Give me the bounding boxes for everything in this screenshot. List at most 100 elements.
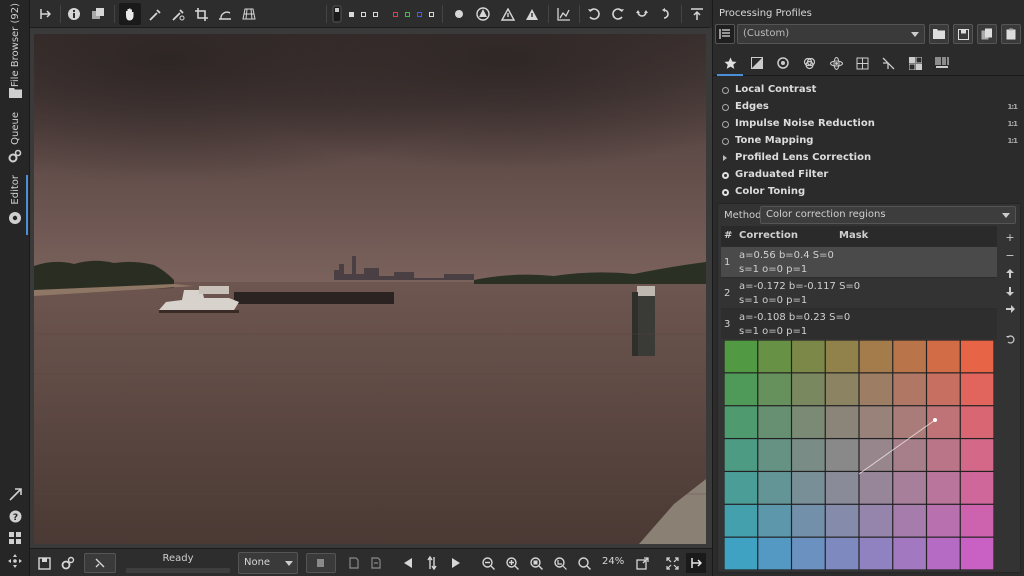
tool-edges[interactable]: Edges 1:1 xyxy=(713,99,1024,116)
gamut-icon[interactable] xyxy=(472,3,494,25)
toggle-icon[interactable] xyxy=(722,104,729,111)
grid-view-icon[interactable] xyxy=(7,530,23,546)
remove-region-icon[interactable]: − xyxy=(1002,246,1018,264)
history-toggle-icon[interactable] xyxy=(715,24,735,44)
copy-region-icon[interactable] xyxy=(1002,300,1018,318)
tab-raw-icon[interactable] xyxy=(879,54,897,72)
gears-icon[interactable] xyxy=(7,148,23,164)
send-icon[interactable] xyxy=(7,486,23,502)
tool-graduated-filter[interactable]: Graduated Filter xyxy=(713,167,1024,184)
copy-profile-icon[interactable] xyxy=(977,24,997,44)
tab-advanced-icon[interactable] xyxy=(827,54,845,72)
tab-color-icon[interactable] xyxy=(800,54,818,72)
region-row[interactable]: 3 a=-0.108 b=0.23 S=0 s=1 o=0 p=1 xyxy=(721,308,997,339)
flip-vertical-icon[interactable] xyxy=(655,3,677,25)
tab-favorites-star-icon[interactable] xyxy=(717,54,743,76)
grid-cell xyxy=(792,340,825,373)
highlights-warning-icon[interactable] xyxy=(521,3,543,25)
zoom-100-icon[interactable] xyxy=(574,553,594,573)
tab-metadata-icon[interactable] xyxy=(933,54,951,72)
zoom-fit-crop-icon[interactable] xyxy=(550,553,570,573)
color-picker-icon[interactable] xyxy=(144,3,166,25)
tab-queue[interactable]: Queue xyxy=(0,108,30,148)
correction-handle[interactable] xyxy=(933,418,937,422)
help-icon[interactable]: ? xyxy=(7,508,23,524)
luminosity-channel-icon[interactable] xyxy=(426,3,436,25)
indicator-dot[interactable] xyxy=(370,3,380,25)
fullscreen-icon[interactable] xyxy=(662,553,682,573)
toggle-icon[interactable] xyxy=(722,121,729,128)
info-icon[interactable] xyxy=(63,3,85,25)
save-profile-icon[interactable] xyxy=(953,24,973,44)
tool-local-contrast[interactable]: Local Contrast xyxy=(713,82,1024,99)
panel-toggle-icon[interactable] xyxy=(34,3,56,25)
reset-icon[interactable] xyxy=(1002,330,1018,348)
toggle-icon[interactable] xyxy=(722,189,729,196)
focus-mask-icon[interactable] xyxy=(448,3,470,25)
tab-detail-icon[interactable] xyxy=(774,54,792,72)
rotate-left-icon[interactable] xyxy=(583,3,605,25)
tab-file-browser[interactable]: File Browser (92) xyxy=(0,3,30,87)
zoom-fit-icon[interactable] xyxy=(526,553,546,573)
zoom-in-icon[interactable] xyxy=(502,553,522,573)
next-image-icon[interactable] xyxy=(446,553,466,573)
new-detail-window-icon[interactable] xyxy=(632,553,652,573)
paste-profile-icon[interactable] xyxy=(1001,24,1021,44)
tool-profiled-lens-correction[interactable]: Profiled Lens Correction xyxy=(713,150,1024,167)
straighten-icon[interactable] xyxy=(214,3,236,25)
color-label-button[interactable] xyxy=(306,553,336,573)
indicator-dot[interactable] xyxy=(358,3,368,25)
profile-select[interactable]: None xyxy=(238,552,298,574)
folder-icon[interactable] xyxy=(7,84,23,100)
indicator-dot[interactable] xyxy=(346,3,356,25)
queue-add-icon[interactable] xyxy=(58,553,78,573)
save-icon[interactable] xyxy=(34,553,54,573)
perspective-icon[interactable] xyxy=(238,3,260,25)
previous-image-icon[interactable] xyxy=(398,553,418,573)
fullscreen-toggle-icon[interactable] xyxy=(686,3,708,25)
shadows-warning-icon[interactable] xyxy=(497,3,519,25)
white-balance-icon[interactable] xyxy=(167,3,189,25)
histogram-icon[interactable] xyxy=(552,3,574,25)
toggle-icon[interactable] xyxy=(722,172,729,179)
indicator-toggle-icon[interactable] xyxy=(330,3,344,25)
toggle-icon[interactable] xyxy=(722,138,729,145)
method-select[interactable]: Color correction regions xyxy=(760,206,1016,224)
add-region-icon[interactable]: + xyxy=(1002,228,1018,246)
tool-color-toning[interactable]: Color Toning xyxy=(713,184,1024,201)
tab-exposure-icon[interactable] xyxy=(748,54,766,72)
expand-icon[interactable] xyxy=(723,155,727,161)
move-icon[interactable] xyxy=(7,553,23,569)
open-profile-icon[interactable] xyxy=(929,24,949,44)
paste-icon[interactable] xyxy=(366,553,386,573)
flip-horizontal-icon[interactable] xyxy=(631,3,653,25)
external-editor-button[interactable] xyxy=(84,553,116,573)
zoom-out-icon[interactable] xyxy=(478,553,498,573)
tab-transform-icon[interactable] xyxy=(853,54,871,72)
image-preview-area[interactable] xyxy=(30,28,712,548)
tab-filmstrip-icon[interactable] xyxy=(906,54,924,72)
toggle-icon[interactable] xyxy=(722,87,729,94)
green-channel-icon[interactable] xyxy=(402,3,412,25)
blue-channel-icon[interactable] xyxy=(414,3,424,25)
hand-icon[interactable] xyxy=(119,3,141,25)
region-row[interactable]: 1 a=0.56 b=0.4 S=0 s=1 o=0 p=1 xyxy=(721,246,997,277)
sync-icon[interactable] xyxy=(422,553,442,573)
tool-impulse-noise-reduction[interactable]: Impulse Noise Reduction 1:1 xyxy=(713,116,1024,133)
profile-combo[interactable]: (Custom) xyxy=(737,24,925,44)
rotate-right-icon[interactable] xyxy=(607,3,629,25)
copy-icon[interactable] xyxy=(344,553,364,573)
before-after-icon[interactable] xyxy=(87,3,109,25)
right-panel-toggle-icon[interactable] xyxy=(686,553,706,573)
grid-cell xyxy=(724,439,758,471)
color-correction-grid[interactable] xyxy=(724,340,994,570)
crop-icon[interactable] xyxy=(190,3,212,25)
tool-tone-mapping[interactable]: Tone Mapping 1:1 xyxy=(713,133,1024,150)
red-channel-icon[interactable] xyxy=(390,3,400,25)
grid-cell xyxy=(724,537,758,570)
move-up-icon[interactable] xyxy=(1002,264,1018,282)
photo-preview[interactable] xyxy=(34,34,706,544)
move-down-icon[interactable] xyxy=(1002,282,1018,300)
aperture-icon[interactable] xyxy=(7,210,23,226)
region-row[interactable]: 2 a=-0.172 b=-0.117 S=0 s=1 o=0 p=1 xyxy=(721,277,997,308)
